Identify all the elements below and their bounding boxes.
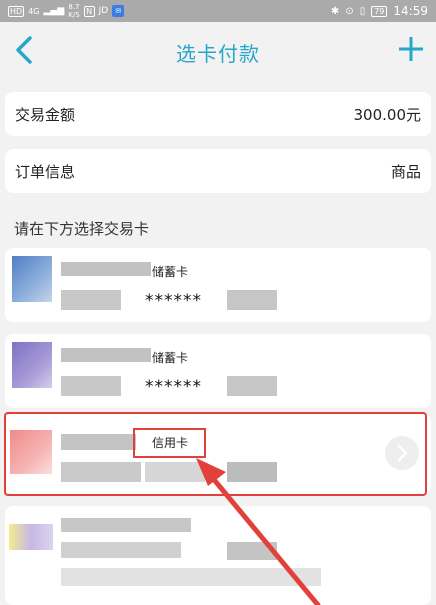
annotation-arrow-icon [196,458,321,605]
